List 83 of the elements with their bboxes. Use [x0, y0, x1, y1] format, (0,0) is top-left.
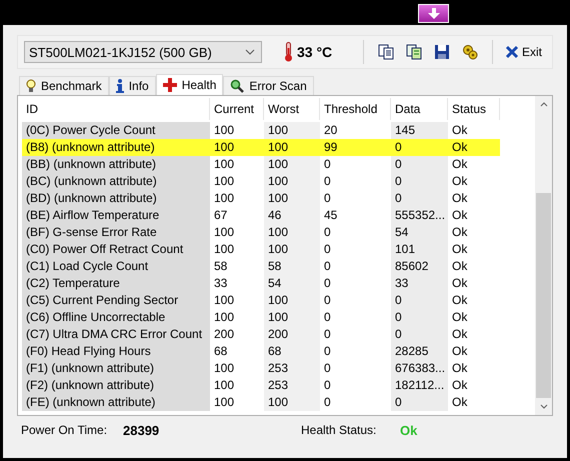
table-cell: 100: [264, 173, 320, 190]
table-cell: 100: [264, 156, 320, 173]
table-cell: 100: [210, 139, 264, 156]
table-cell: (C1) Load Cycle Count: [22, 258, 210, 275]
download-button[interactable]: [418, 4, 449, 23]
table-cell: 54: [391, 224, 448, 241]
table-cell: 0: [391, 156, 448, 173]
table-cell: (C0) Power Off Retract Count: [22, 241, 210, 258]
table-cell: 100: [264, 309, 320, 326]
table-cell: (F0) Head Flying Hours: [22, 343, 210, 360]
tab[interactable]: Error Scan: [223, 76, 314, 95]
table-cell: 100: [264, 292, 320, 309]
table-cell: (C6) Offline Uncorrectable: [22, 309, 210, 326]
table-cell: 68: [264, 343, 320, 360]
info-icon: [116, 79, 124, 93]
table-cell: 100: [264, 224, 320, 241]
table-cell: 100: [264, 139, 320, 156]
table-cell: 0: [391, 292, 448, 309]
table-cell: 100: [264, 122, 320, 139]
table-cell: 0: [391, 394, 448, 411]
table-cell: 145: [391, 122, 448, 139]
table-cell: (BB) (unknown attribute): [22, 156, 210, 173]
close-icon: [504, 45, 519, 59]
table-cell: 100: [264, 190, 320, 207]
table-cell: 100: [264, 241, 320, 258]
table-cell: 182112...: [391, 377, 448, 394]
table-cell: 253: [264, 360, 320, 377]
table-cell: 0: [391, 190, 448, 207]
table-cell: 54: [264, 275, 320, 292]
chevron-down-icon: [245, 49, 255, 55]
lightbulb-icon: [26, 79, 36, 93]
table-cell: 46: [264, 207, 320, 224]
table-cell: (F1) (unknown attribute): [22, 360, 210, 377]
scroll-down-icon[interactable]: [540, 404, 548, 409]
table-cell: (B8) (unknown attribute): [22, 139, 210, 156]
column-header[interactable]: ID: [22, 98, 210, 120]
table-cell: 0: [391, 309, 448, 326]
table-cell: 100: [264, 394, 320, 411]
table-cell: Ok: [448, 139, 500, 156]
table-cell: (C7) Ultra DMA CRC Error Count: [22, 326, 210, 343]
table-cell: (F2) (unknown attribute): [22, 377, 210, 394]
table-cell: 555352...: [391, 207, 448, 224]
download-arrow-icon: [426, 8, 440, 20]
thermometer-icon: [284, 42, 293, 62]
scroll-up-icon[interactable]: [540, 102, 548, 107]
column-header[interactable]: Threshold: [320, 98, 391, 120]
table-cell: 0: [391, 139, 448, 156]
power-on-label: Power On Time:: [21, 423, 108, 437]
drive-select[interactable]: ST500LM021-1KJ152 (500 GB): [24, 41, 262, 63]
table-cell: (BD) (unknown attribute): [22, 190, 210, 207]
health-status-label: Health Status:: [301, 423, 378, 437]
table-cell: 200: [264, 326, 320, 343]
table-cell: (BE) Airflow Temperature: [22, 207, 210, 224]
table-cell: 85602: [391, 258, 448, 275]
cross-icon: [162, 78, 177, 92]
column-header[interactable]: Current: [210, 98, 264, 120]
table-cell: 99: [320, 139, 391, 156]
table-cell: (BF) G-sense Error Rate: [22, 224, 210, 241]
magnifier-icon: [230, 79, 244, 93]
table-cell: 58: [264, 258, 320, 275]
table-cell: (C5) Current Pending Sector: [22, 292, 210, 309]
table-cell: 0: [391, 326, 448, 343]
table-cell: 101: [391, 241, 448, 258]
table-cell: 253: [264, 377, 320, 394]
table-cell: 676383...: [391, 360, 448, 377]
table-cell: 0: [391, 173, 448, 190]
table-cell: (FE) (unknown attribute): [22, 394, 210, 411]
column-header[interactable]: Worst: [264, 98, 320, 120]
power-on-value: 28399: [123, 422, 160, 438]
table-cell: (C2) Temperature: [22, 275, 210, 292]
tab[interactable]: Info: [108, 76, 156, 95]
table-cell: 28285: [391, 343, 448, 360]
health-status-value: Ok: [400, 422, 418, 438]
table-cell: 33: [391, 275, 448, 292]
scrollbar[interactable]: [535, 96, 552, 415]
column-header[interactable]: Data: [391, 98, 448, 120]
column-header[interactable]: Status: [448, 98, 500, 120]
exit-button[interactable]: Exit: [500, 43, 546, 61]
tab[interactable]: Health: [156, 74, 224, 95]
temperature-reading: 33 °C: [297, 44, 332, 60]
tab[interactable]: Benchmark: [19, 76, 109, 95]
table-cell: (BC) (unknown attribute): [22, 173, 210, 190]
table-cell: (0C) Power Cycle Count: [22, 122, 210, 139]
